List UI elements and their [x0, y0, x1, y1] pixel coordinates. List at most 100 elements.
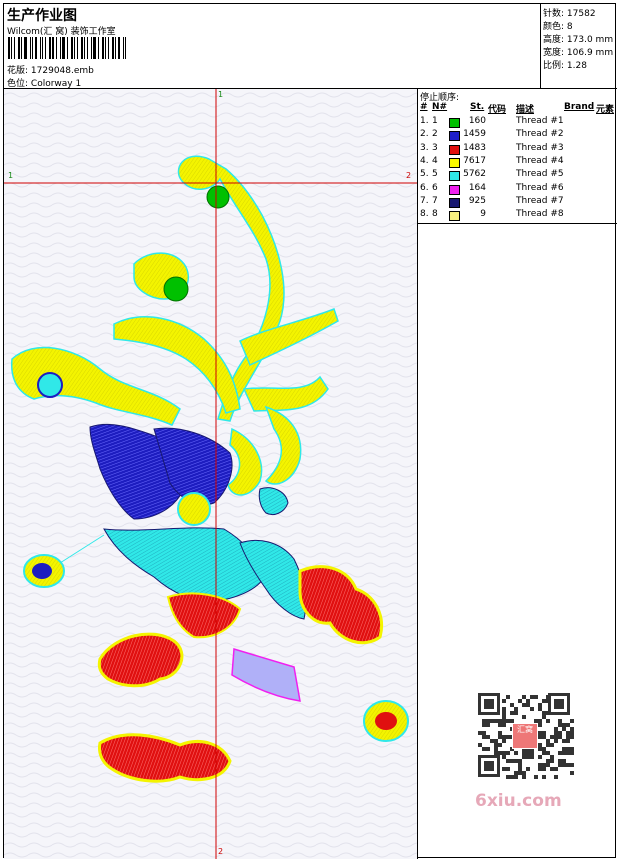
- row-needle: 5: [432, 169, 438, 180]
- qr-module: [482, 731, 486, 735]
- qr-module: [522, 715, 526, 719]
- qr-module: [498, 735, 502, 739]
- qr-module: [538, 743, 542, 747]
- plume-eye-2: [163, 276, 189, 302]
- stat-colors: 颜色: 8: [543, 22, 573, 32]
- row-stitches: 164: [468, 182, 486, 193]
- qr-module: [498, 751, 502, 755]
- qr-module: [554, 775, 558, 779]
- qr-module: [558, 751, 562, 755]
- thread-row: 3. 3 1483 Thread #3: [418, 143, 617, 156]
- qr-module: [562, 759, 566, 763]
- qr-module: [518, 767, 522, 771]
- panel-divider: [418, 223, 617, 224]
- qr-module: [530, 755, 534, 759]
- row-description: Thread #3: [516, 142, 564, 153]
- qr-module: [566, 747, 570, 751]
- qr-module: [566, 739, 570, 743]
- qr-module: [514, 751, 518, 755]
- barcode-bar: [45, 37, 46, 59]
- barcode-bar: [32, 37, 33, 59]
- col-needle: N#: [432, 102, 448, 112]
- qr-module: [554, 767, 558, 771]
- qr-module: [486, 735, 490, 739]
- qr-module: [554, 727, 558, 731]
- row-index: 2.: [420, 129, 429, 140]
- qr-module: [546, 695, 550, 699]
- row-stitches: 5762: [463, 169, 486, 180]
- qr-module: [498, 723, 502, 727]
- qr-module: [482, 719, 486, 723]
- qr-module: [562, 751, 566, 755]
- qr-module: [526, 751, 530, 755]
- row-index: 3.: [420, 142, 429, 153]
- qr-module: [494, 739, 498, 743]
- qr-module: [542, 775, 546, 779]
- barcode-bar: [125, 37, 126, 59]
- barcode-bar: [108, 37, 109, 59]
- design-canvas: 1 2 1 2: [4, 89, 418, 859]
- qr-module: [562, 747, 566, 751]
- colorway: 色位: Colorway 1: [7, 76, 81, 89]
- row-index: 5.: [420, 169, 429, 180]
- colorway-value: Colorway 1: [30, 79, 82, 89]
- qr-module: [566, 763, 570, 767]
- stop-sequence-panel: 停止顺序: # N# St. 代码 描述 Brand 元素 1. 1 160 Thre…: [418, 89, 617, 859]
- qr-module: [550, 755, 554, 759]
- barcode-bar: [84, 37, 85, 59]
- qr-module: [506, 719, 510, 723]
- guide-v-top-label: 1: [218, 90, 224, 99]
- barcode-bar: [11, 37, 12, 59]
- barcode-bar: [81, 37, 83, 59]
- qr-module: [502, 739, 506, 743]
- qr-module: [542, 751, 546, 755]
- qr-module: [494, 719, 498, 723]
- qr-module: [530, 707, 534, 711]
- row-stitches: 925: [468, 195, 486, 206]
- row-stitches: 7617: [463, 155, 486, 166]
- qr-module: [546, 743, 550, 747]
- qr-module: [522, 771, 526, 775]
- thread-row: 2. 2 1459 Thread #2: [418, 129, 617, 142]
- qr-module: [546, 711, 550, 715]
- qr-module: [510, 759, 514, 763]
- col-code: 代码: [488, 105, 507, 115]
- thread-row: 7. 7 925 Thread #7: [418, 196, 617, 209]
- row-needle: 7: [432, 195, 438, 206]
- qr-module: [546, 751, 550, 755]
- qr-module: [502, 755, 506, 759]
- stat-stitches: 针数: 17582: [543, 9, 596, 19]
- row-needle: 4: [432, 155, 438, 166]
- qr-module: [502, 715, 506, 719]
- color-swatch: [449, 131, 460, 142]
- qr-module: [502, 723, 506, 727]
- row-description: Thread #6: [516, 182, 564, 193]
- qr-module: [546, 759, 550, 763]
- qr-module: [562, 723, 566, 727]
- plume-eye-1: [206, 185, 230, 209]
- row-description: Thread #7: [516, 195, 564, 206]
- row-description: Thread #8: [516, 209, 564, 220]
- barcode-bar: [123, 37, 124, 59]
- qr-module: [514, 775, 518, 779]
- qr-module: [554, 735, 558, 739]
- barcode-bar: [105, 37, 106, 59]
- color-swatch: [449, 157, 460, 168]
- qr-module: [570, 719, 574, 723]
- qr-module: [534, 695, 538, 699]
- stat-scale: 比例: 1.28: [543, 61, 587, 71]
- qr-module: [518, 759, 522, 763]
- qr-module: [546, 699, 550, 703]
- qr-module: [538, 747, 542, 751]
- qr-module: [546, 719, 550, 723]
- qr-module: [518, 771, 522, 775]
- watermark: 6xiu.com: [475, 791, 562, 811]
- barcode-bar: [115, 37, 116, 59]
- row-needle: 1: [432, 116, 438, 126]
- qr-module: [570, 763, 574, 767]
- row-stitches: 160: [468, 116, 486, 126]
- qr-module: [530, 695, 534, 699]
- row-index: 4.: [420, 155, 429, 166]
- qr-module: [542, 715, 546, 719]
- qr-module: [550, 735, 554, 739]
